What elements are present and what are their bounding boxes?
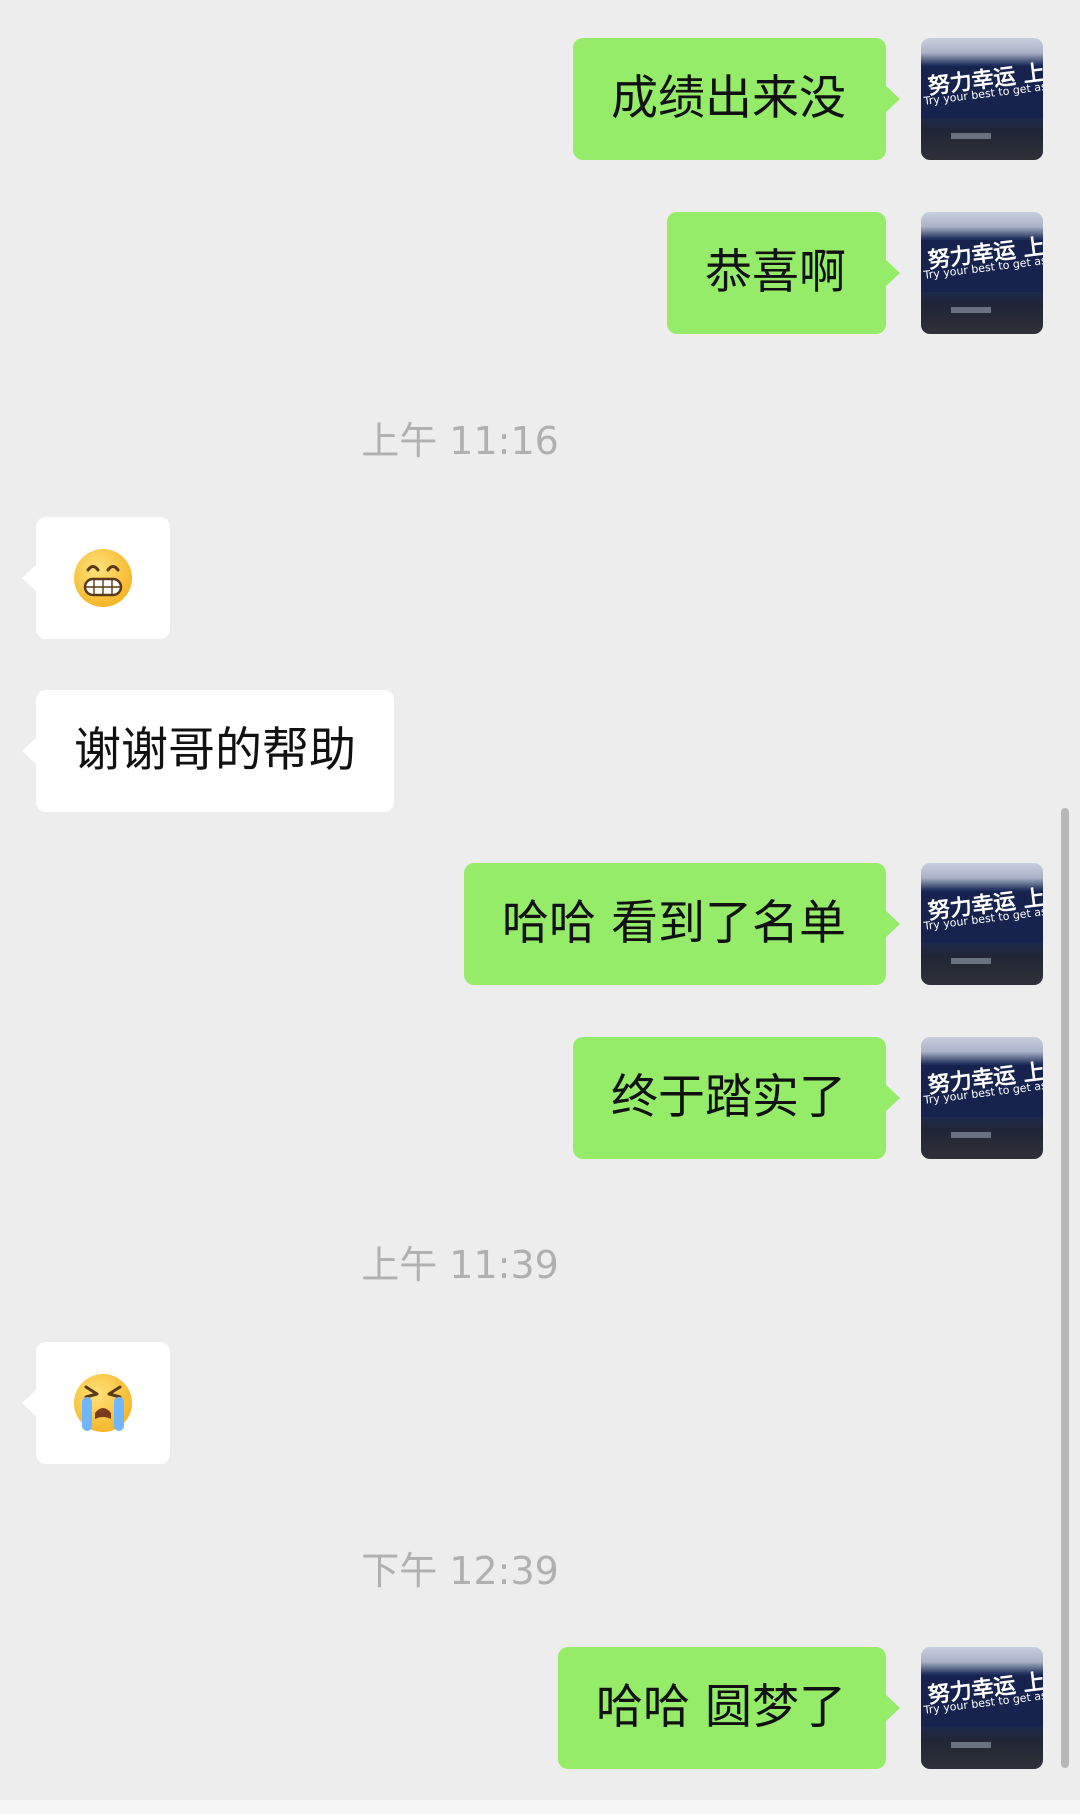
received-message-bubble[interactable]	[22, 517, 170, 639]
received-message-bubble[interactable]	[22, 1342, 170, 1464]
input-bar-edge	[0, 1800, 1080, 1814]
timestamp: 下午 12:39	[361, 1549, 559, 1593]
sent-message-bubble[interactable]: 哈哈 圆梦了	[558, 1647, 900, 1769]
grinning-face-icon	[74, 549, 132, 607]
scrollbar[interactable]	[1061, 808, 1069, 1768]
chat-area: 成绩出来没 努力幸运 上岸 Try your best to get ashor…	[0, 0, 1080, 1814]
self-avatar[interactable]: 努力幸运 上岸 Try your best to get ashore	[921, 38, 1043, 160]
self-avatar[interactable]: 努力幸运 上岸 Try your best to get ashore	[921, 1647, 1043, 1769]
sent-message-bubble[interactable]: 哈哈 看到了名单	[464, 863, 900, 985]
timestamp: 上午 11:39	[361, 1243, 559, 1287]
sent-message-bubble[interactable]: 恭喜啊	[667, 212, 900, 334]
self-avatar[interactable]: 努力幸运 上岸 Try your best to get ashore	[921, 863, 1043, 985]
timestamp: 上午 11:16	[361, 419, 559, 463]
self-avatar[interactable]: 努力幸运 上岸 Try your best to get ashore	[921, 212, 1043, 334]
sent-message-bubble[interactable]: 成绩出来没	[573, 38, 900, 160]
sent-message-bubble[interactable]: 终于踏实了	[573, 1037, 900, 1159]
loudly-crying-face-icon	[74, 1374, 132, 1432]
received-message-bubble[interactable]: 谢谢哥的帮助	[22, 690, 394, 812]
self-avatar[interactable]: 努力幸运 上岸 Try your best to get ashore	[921, 1037, 1043, 1159]
